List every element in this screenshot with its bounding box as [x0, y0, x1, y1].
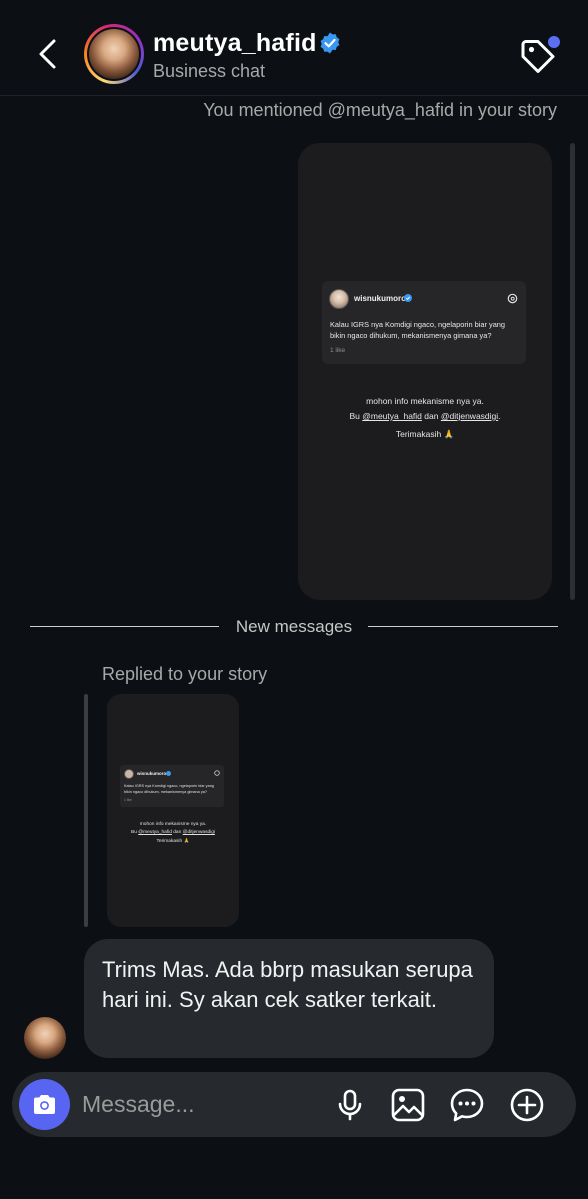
new-messages-divider: New messages — [235, 617, 353, 636]
post-author-name: wisnukumoro — [137, 771, 167, 776]
caption-prefix: Bu — [349, 411, 360, 421]
verified-badge-icon — [166, 771, 171, 776]
story-caption: mohon info mekanisme nya ya. Bu @meutya_… — [298, 394, 552, 424]
caption-thanks: Terimakasih 🙏 — [395, 429, 455, 439]
message-bubble[interactable]: Trims Mas. Ada bbrp masukan serupa hari … — [84, 939, 494, 1058]
post-text: Kalau IGRS nya Komdigi ngaco, ngelaporin… — [330, 320, 506, 340]
shared-story-card[interactable]: wisnukumoro Kalau IGRS nya Komdigi ngaco… — [298, 143, 552, 600]
caption-line-2: Bu @meutya_hafid dan @ditjenwasdigi. — [298, 409, 552, 424]
sender-avatar[interactable] — [24, 1017, 66, 1059]
caption-connector: dan — [424, 411, 439, 421]
post-author-avatar — [329, 289, 349, 309]
post-text: Kalau IGRS nya Komdigi ngaco, ngelaporin… — [124, 784, 214, 794]
microphone-icon[interactable] — [332, 1087, 368, 1123]
post-author-name: wisnukumoro — [354, 294, 407, 303]
camera-button[interactable] — [19, 1079, 70, 1130]
verified-badge-icon — [404, 294, 412, 302]
verified-badge-icon — [320, 32, 340, 54]
replied-story-thumbnail[interactable]: wisnukumoro Kalau IGRS nya Komdigi ngaco… — [107, 694, 239, 927]
caption-connector: dan — [173, 830, 182, 835]
header-avatar[interactable] — [84, 24, 144, 84]
business-chat-subtitle: Business chat — [153, 61, 266, 81]
caption-thanks: Terimakasih 🙏 — [156, 839, 190, 844]
gallery-icon[interactable] — [390, 1087, 426, 1123]
mention-meutya-hafid: @meutya_hafid — [362, 411, 422, 421]
chat-header: meutya_hafid Business chat — [0, 0, 588, 96]
caption-suffix: . — [498, 411, 501, 421]
message-input[interactable] — [82, 1087, 312, 1121]
replied-to-story-label: Replied to your story — [102, 664, 268, 684]
avatar-photo — [89, 29, 139, 79]
chat-screen: meutya_hafid Business chat You mentioned… — [0, 0, 588, 1199]
notification-dot — [548, 36, 560, 48]
message-text: Trims Mas. Ada bbrp masukan serupa hari … — [102, 957, 473, 1012]
scrollbar[interactable] — [570, 143, 575, 600]
mention-ditjenwasdigi: @ditjenwasdigi — [182, 830, 215, 835]
threads-post-preview: wisnukumoro Kalau IGRS nya Komdigi ngaco… — [322, 281, 526, 364]
threads-icon — [507, 293, 518, 304]
camera-icon — [34, 1095, 55, 1114]
message-composer — [12, 1072, 576, 1137]
caption-prefix: Bu — [131, 830, 137, 835]
post-like-count: 1 like — [124, 798, 132, 802]
back-arrow-icon[interactable] — [28, 34, 68, 74]
post-author-avatar — [124, 769, 134, 779]
threads-post-preview: wisnukumoro Kalau IGRS nya Komdigi ngaco… — [120, 765, 224, 807]
threads-icon — [214, 770, 220, 776]
reply-indicator-bar — [84, 694, 88, 927]
caption-line-1: mohon info mekanisme nya ya. — [139, 822, 207, 827]
sticker-icon[interactable] — [449, 1087, 485, 1123]
username[interactable]: meutya_hafid — [153, 29, 317, 58]
divider-line-right — [368, 626, 558, 627]
caption-line-1: mohon info mekanisme nya ya. — [366, 396, 484, 406]
mention-meutya-hafid: @meutya_hafid — [138, 830, 172, 835]
post-like-count: 1 like — [330, 347, 346, 354]
story-caption: mohon info mekanisme nya ya. Bu @meutya_… — [107, 821, 239, 837]
mention-ditjenwasdigi: @ditjenwasdigi — [440, 411, 499, 421]
plus-icon[interactable] — [509, 1087, 545, 1123]
story-mention-note: You mentioned @meutya_hafid in your stor… — [203, 100, 557, 120]
caption-line-2: Bu @meutya_hafid dan @ditjenwasdigi — [107, 829, 239, 837]
